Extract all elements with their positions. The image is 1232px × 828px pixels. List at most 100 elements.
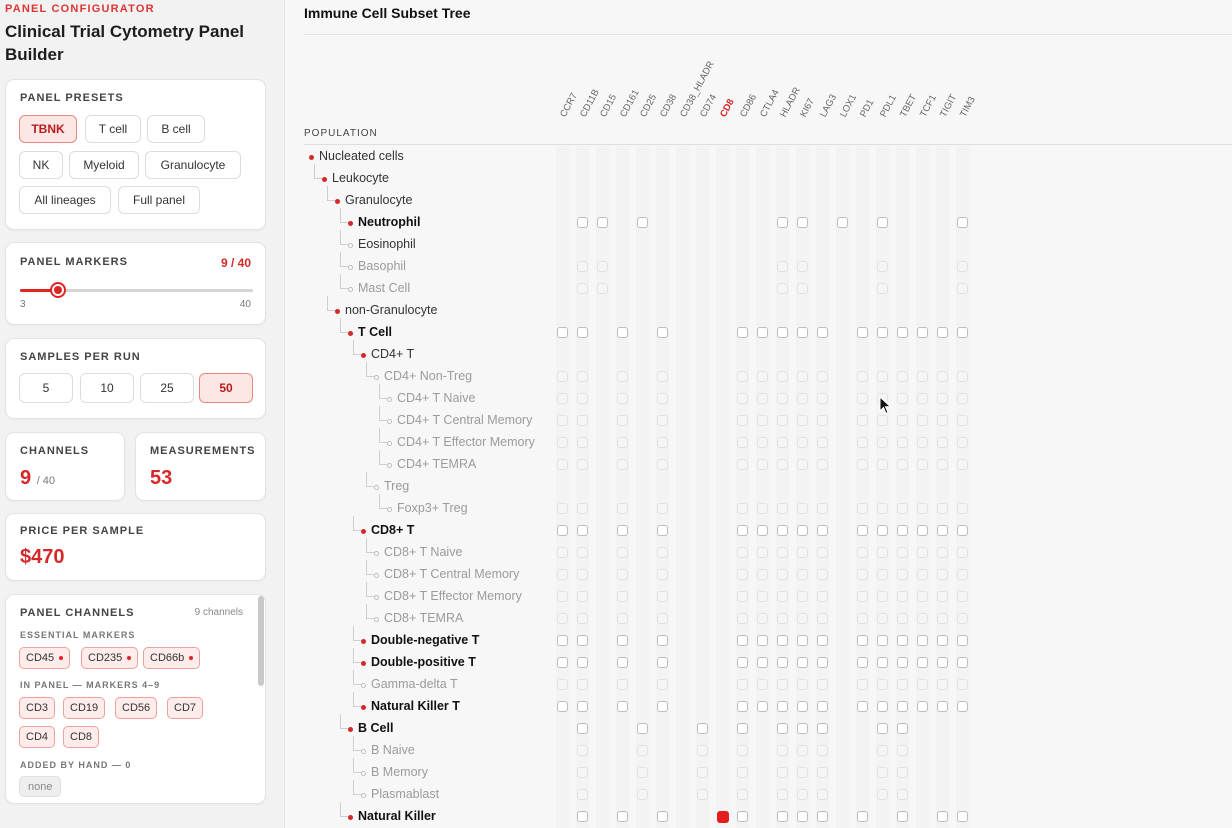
marker-cell-tbet[interactable] — [897, 789, 908, 800]
marker-cell-tim3[interactable] — [957, 811, 968, 822]
marker-cell-tim3[interactable] — [957, 569, 968, 580]
marker-cell-tigit[interactable] — [937, 679, 948, 690]
marker-cell-tigit[interactable] — [937, 657, 948, 668]
marker-cell-ki67[interactable] — [797, 591, 808, 602]
marker-cell-cd161[interactable] — [617, 569, 628, 580]
marker-cell-cd38[interactable] — [657, 635, 668, 646]
marker-cell-ki67[interactable] — [797, 261, 808, 272]
marker-cell-ccr7[interactable] — [557, 327, 568, 338]
marker-cell-cd86[interactable] — [737, 459, 748, 470]
marker-cell-tcf1[interactable] — [917, 459, 928, 470]
marker-cell-ki67[interactable] — [797, 525, 808, 536]
marker-cell-pdl1[interactable] — [877, 327, 888, 338]
marker-cell-pd1[interactable] — [857, 701, 868, 712]
samples-option-25[interactable]: 25 — [140, 373, 194, 403]
marker-cell-hladr[interactable] — [777, 415, 788, 426]
column-header-cd38[interactable]: CD38 — [658, 93, 679, 120]
marker-cell-ki67[interactable] — [797, 569, 808, 580]
marker-cell-ctla4[interactable] — [757, 327, 768, 338]
marker-cell-pd1[interactable] — [857, 525, 868, 536]
marker-cell-tbet[interactable] — [897, 811, 908, 822]
marker-cell-ctla4[interactable] — [757, 393, 768, 404]
marker-cell-lag3[interactable] — [817, 701, 828, 712]
marker-cell-cd74[interactable] — [697, 745, 708, 756]
marker-cell-tbet[interactable] — [897, 679, 908, 690]
marker-cell-tcf1[interactable] — [917, 371, 928, 382]
marker-cell-ki67[interactable] — [797, 547, 808, 558]
marker-cell-cd161[interactable] — [617, 415, 628, 426]
marker-cell-lag3[interactable] — [817, 371, 828, 382]
marker-cell-cd11b[interactable] — [577, 217, 588, 228]
marker-cell-lag3[interactable] — [817, 327, 828, 338]
marker-cell-ki67[interactable] — [797, 415, 808, 426]
marker-cell-cd86[interactable] — [737, 503, 748, 514]
marker-cell-cd86[interactable] — [737, 371, 748, 382]
marker-cell-tim3[interactable] — [957, 327, 968, 338]
marker-cell-ctla4[interactable] — [757, 371, 768, 382]
marker-cell-cd25[interactable] — [637, 723, 648, 734]
marker-cell-ki67[interactable] — [797, 657, 808, 668]
marker-cell-pd1[interactable] — [857, 811, 868, 822]
tag-cd7[interactable]: CD7 — [167, 697, 204, 719]
marker-cell-ki67[interactable] — [797, 459, 808, 470]
marker-cell-ccr7[interactable] — [557, 635, 568, 646]
marker-cell-pdl1[interactable] — [877, 701, 888, 712]
marker-cell-ki67[interactable] — [797, 789, 808, 800]
marker-cell-tbet[interactable] — [897, 327, 908, 338]
marker-cell-pdl1[interactable] — [877, 459, 888, 470]
marker-cell-hladr[interactable] — [777, 569, 788, 580]
tree-row[interactable]: CD4+ T — [285, 340, 1232, 366]
marker-cell-lag3[interactable] — [817, 745, 828, 756]
marker-cell-pd1[interactable] — [857, 569, 868, 580]
marker-cell-ctla4[interactable] — [757, 415, 768, 426]
column-header-pdl1[interactable]: PDL1 — [878, 93, 899, 119]
marker-cell-hladr[interactable] — [777, 217, 788, 228]
marker-cell-pd1[interactable] — [857, 459, 868, 470]
marker-cell-ki67[interactable] — [797, 393, 808, 404]
marker-cell-pdl1[interactable] — [877, 591, 888, 602]
marker-cell-hladr[interactable] — [777, 393, 788, 404]
marker-cell-tbet[interactable] — [897, 591, 908, 602]
marker-cell-pd1[interactable] — [857, 679, 868, 690]
marker-cell-ccr7[interactable] — [557, 525, 568, 536]
marker-cell-ki67[interactable] — [797, 635, 808, 646]
column-header-tbet[interactable]: TBET — [898, 93, 919, 120]
tree-row[interactable]: Leukocyte — [285, 164, 1232, 190]
marker-cell-cd11b[interactable] — [577, 679, 588, 690]
tree-row[interactable]: CD4+ T Effector Memory — [285, 428, 1232, 454]
marker-cell-ctla4[interactable] — [757, 503, 768, 514]
marker-cell-cd25[interactable] — [637, 217, 648, 228]
tree-row[interactable]: B Memory — [285, 758, 1232, 784]
marker-cell-tcf1[interactable] — [917, 569, 928, 580]
marker-cell-ki67[interactable] — [797, 217, 808, 228]
marker-cell-ccr7[interactable] — [557, 657, 568, 668]
preset-tbnk[interactable]: TBNK — [19, 115, 77, 143]
preset-b-cell[interactable]: B cell — [147, 115, 205, 143]
marker-cell-tbet[interactable] — [897, 635, 908, 646]
marker-cell-ctla4[interactable] — [757, 591, 768, 602]
marker-cell-tim3[interactable] — [957, 283, 968, 294]
marker-cell-cd86[interactable] — [737, 569, 748, 580]
preset-full-panel[interactable]: Full panel — [118, 186, 200, 214]
marker-cell-cd11b[interactable] — [577, 415, 588, 426]
tree-row[interactable]: CD4+ Non-Treg — [285, 362, 1232, 388]
marker-cell-pdl1[interactable] — [877, 415, 888, 426]
marker-cell-tim3[interactable] — [957, 437, 968, 448]
marker-cell-cd161[interactable] — [617, 613, 628, 624]
marker-cell-tigit[interactable] — [937, 525, 948, 536]
marker-cell-ctla4[interactable] — [757, 569, 768, 580]
column-header-tigit[interactable]: TIGIT — [938, 93, 959, 120]
marker-cell-lag3[interactable] — [817, 635, 828, 646]
marker-cell-ki67[interactable] — [797, 283, 808, 294]
tag-cd235[interactable]: CD235 — [81, 647, 139, 669]
marker-cell-tcf1[interactable] — [917, 503, 928, 514]
marker-cell-cd11b[interactable] — [577, 591, 588, 602]
marker-cell-pd1[interactable] — [857, 635, 868, 646]
marker-cell-tigit[interactable] — [937, 701, 948, 712]
marker-cell-ccr7[interactable] — [557, 415, 568, 426]
marker-cell-cd11b[interactable] — [577, 767, 588, 778]
column-header-cd8[interactable]: CD8 — [718, 97, 737, 119]
tree-row[interactable]: Gamma-delta T — [285, 670, 1232, 696]
marker-cell-cd38[interactable] — [657, 525, 668, 536]
column-header-ki67[interactable]: KI67 — [798, 97, 817, 119]
